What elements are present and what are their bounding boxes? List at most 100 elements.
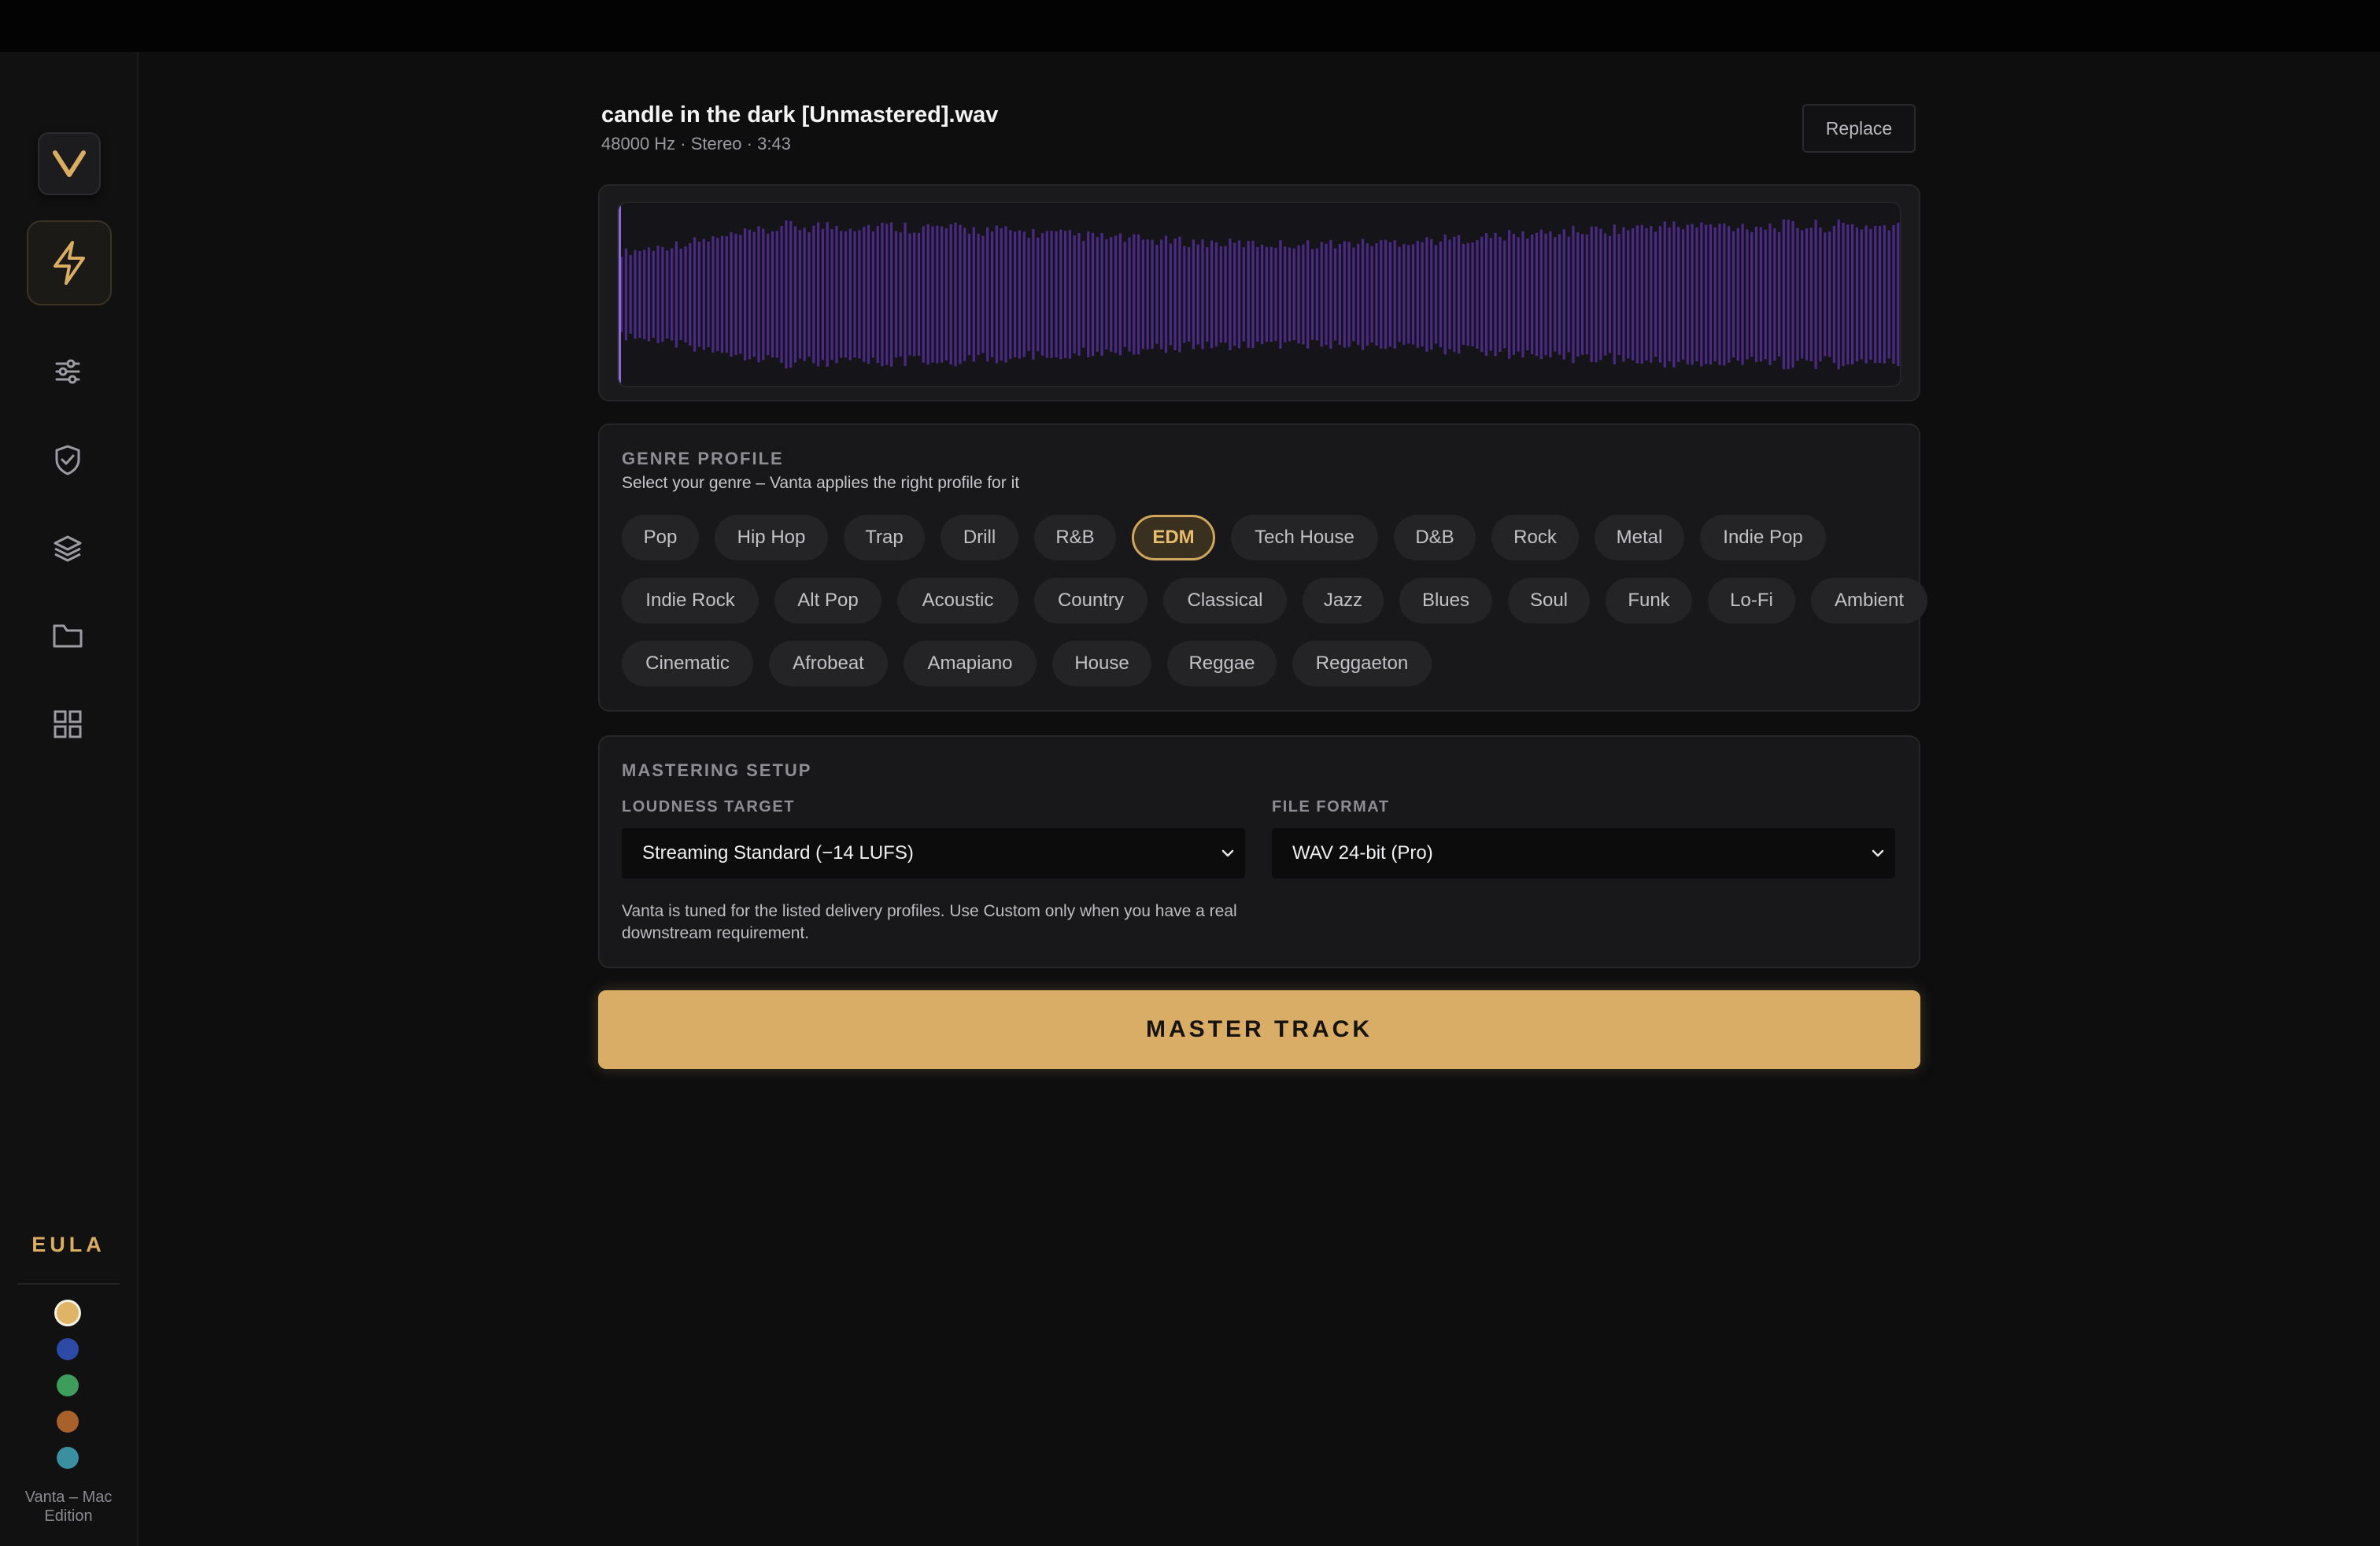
genre-chip[interactable]: Trap	[844, 515, 925, 560]
genre-chip[interactable]: Ambient	[1811, 578, 1927, 623]
waveform-bar	[1572, 225, 1575, 364]
waveform-bar	[871, 231, 874, 358]
genre-chip[interactable]: Afrobeat	[769, 641, 888, 686]
waveform-bar	[1000, 227, 1003, 361]
waveform-bar	[652, 250, 655, 338]
loudness-target-select[interactable]: Streaming Standard (−14 LUFS)	[622, 828, 1245, 878]
waveform-bar	[1164, 235, 1168, 353]
waveform-bar	[1128, 237, 1131, 352]
genre-chip[interactable]: Drill	[941, 515, 1018, 560]
waveform-bar	[624, 248, 627, 341]
waveform-bar	[1645, 227, 1648, 361]
waveform-bar	[899, 232, 902, 357]
waveform-bar	[1595, 226, 1598, 363]
genre-chip[interactable]: Alt Pop	[774, 578, 881, 623]
layers-icon	[54, 535, 82, 562]
waveform-bar	[1261, 244, 1264, 345]
waveform-bar	[1828, 231, 1831, 357]
theme-swatch-blue[interactable]	[57, 1338, 79, 1360]
waveform-bar	[931, 226, 934, 363]
app-logo[interactable]	[38, 132, 101, 195]
waveform-bar	[1320, 242, 1323, 347]
waveform-bar	[748, 229, 751, 360]
replace-button[interactable]: Replace	[1802, 104, 1916, 153]
genre-chip[interactable]: Pop	[622, 515, 699, 560]
eula-link[interactable]: EULA	[0, 1233, 137, 1257]
waveform-bar	[1251, 240, 1255, 349]
waveform-bar	[1842, 223, 1845, 367]
waveform-bar	[1668, 227, 1671, 362]
waveform-bar	[1361, 239, 1365, 350]
genre-chip[interactable]: Cinematic	[622, 641, 753, 686]
waveform-bar	[926, 224, 929, 365]
theme-swatch-green[interactable]	[57, 1374, 79, 1396]
theme-swatch-orange[interactable]	[57, 1411, 79, 1433]
waveform-bar	[1274, 247, 1277, 342]
file-format-value: WAV 24-bit (Pro)	[1292, 842, 1433, 864]
genre-chip[interactable]: Metal	[1595, 515, 1684, 560]
genre-chip[interactable]: Jazz	[1303, 578, 1384, 623]
master-track-button[interactable]: MASTER TRACK	[598, 990, 1920, 1069]
waveform-bar	[1517, 237, 1520, 352]
waveform-bar	[1416, 241, 1419, 348]
genre-chip[interactable]: R&B	[1034, 515, 1116, 560]
waveform-bar	[734, 233, 737, 356]
waveform-bar	[944, 228, 948, 361]
genre-chip[interactable]: Indie Rock	[622, 578, 759, 623]
waveform-bar	[1032, 229, 1035, 360]
genre-chip[interactable]: Reggae	[1167, 641, 1277, 686]
waveform-bar	[908, 233, 911, 356]
waveform-bar	[1782, 219, 1785, 370]
waveform-bar	[835, 226, 838, 364]
genre-chip[interactable]: Indie Pop	[1700, 515, 1826, 560]
waveform-bar	[1773, 227, 1776, 361]
waveform-bar	[1681, 229, 1685, 360]
genre-chip[interactable]: EDM	[1132, 515, 1215, 560]
nav-item-apps[interactable]	[44, 701, 91, 748]
waveform-bar	[1407, 245, 1410, 344]
theme-swatch-teal[interactable]	[57, 1447, 79, 1469]
waveform-bar	[826, 222, 829, 367]
nav-item-master[interactable]	[27, 220, 112, 305]
app-edition-label: Vanta – Mac Edition	[24, 1489, 113, 1525]
genre-chip[interactable]: Hip Hop	[715, 515, 828, 560]
waveform-bar	[1654, 231, 1658, 357]
waveform-bar	[1357, 243, 1360, 346]
nav-item-protect[interactable]	[44, 436, 91, 483]
waveform-bar	[739, 235, 742, 354]
genre-chip[interactable]: D&B	[1394, 515, 1476, 560]
waveform-bar	[661, 246, 664, 342]
logo-v-icon	[53, 150, 86, 177]
waveform-bar	[793, 226, 797, 363]
playhead[interactable]	[619, 203, 621, 386]
waveform-bar	[656, 246, 660, 343]
waveform-bar	[693, 237, 697, 352]
genre-chip[interactable]: House	[1052, 641, 1151, 686]
genre-chip[interactable]: Acoustic	[897, 578, 1018, 623]
genre-chip[interactable]: Lo-Fi	[1708, 578, 1795, 623]
waveform-display[interactable]	[617, 202, 1901, 387]
genre-chip[interactable]: Reggaeton	[1292, 641, 1432, 686]
genre-chip[interactable]: Tech House	[1231, 515, 1378, 560]
waveform-bar	[1897, 222, 1900, 366]
waveform-bar	[1059, 229, 1062, 360]
waveform-bar	[1581, 234, 1584, 355]
genre-chip[interactable]: Blues	[1399, 578, 1492, 623]
genre-chip[interactable]: Amapiano	[904, 641, 1037, 686]
theme-swatch-gold[interactable]	[57, 1302, 79, 1324]
waveform-bar	[876, 226, 879, 363]
nav-item-layers[interactable]	[44, 524, 91, 571]
genre-chip[interactable]: Country	[1034, 578, 1148, 623]
genre-chip[interactable]: Funk	[1606, 578, 1692, 623]
waveform-bar	[1279, 240, 1282, 349]
genre-chip[interactable]: Rock	[1491, 515, 1579, 560]
nav-item-files[interactable]	[44, 612, 91, 660]
waveform-bar	[1535, 232, 1539, 357]
genre-chip[interactable]: Soul	[1508, 578, 1590, 623]
waveform-bar	[1544, 233, 1547, 356]
waveform-bar	[1087, 231, 1090, 357]
waveform-bar	[1430, 239, 1433, 350]
file-format-select[interactable]: WAV 24-bit (Pro)	[1272, 828, 1895, 878]
genre-chip[interactable]: Classical	[1163, 578, 1287, 623]
nav-item-adjust[interactable]	[44, 348, 91, 395]
